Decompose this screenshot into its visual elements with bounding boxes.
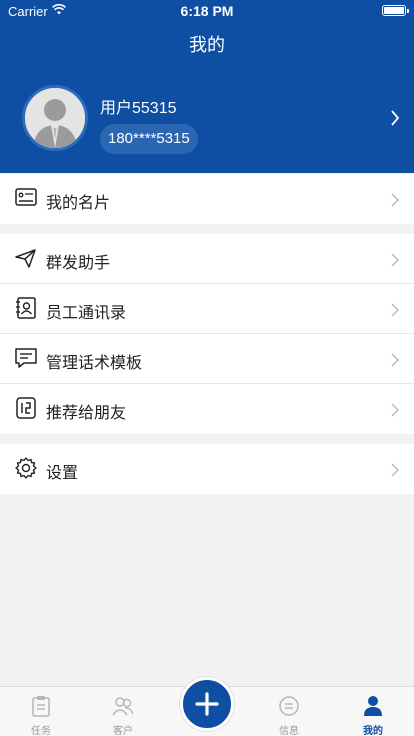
menu-item-label: 我的名片 xyxy=(46,195,111,212)
menu-item-settings[interactable]: 设置 xyxy=(0,444,414,494)
chevron-right-icon xyxy=(391,403,399,417)
customers-icon xyxy=(112,697,134,716)
menu-item-label: 设置 xyxy=(46,465,79,482)
message-icon xyxy=(279,696,299,716)
gear-icon xyxy=(15,457,37,479)
avatar[interactable] xyxy=(22,85,88,151)
menu-group-tools: 群发助手 员工通讯录 管理话术模板 推荐给朋友 xyxy=(0,234,414,434)
add-button[interactable] xyxy=(180,677,234,731)
menu-group-settings: 设置 xyxy=(0,444,414,494)
tab-mine[interactable]: 我的 xyxy=(332,687,414,736)
menu-item-mass-send[interactable]: 群发助手 xyxy=(0,234,414,284)
tab-label: 客户 xyxy=(113,726,133,736)
menu-item-script-templates[interactable]: 管理话术模板 xyxy=(0,334,414,384)
menu-item-staff-directory[interactable]: 员工通讯录 xyxy=(0,284,414,334)
status-time: 6:18 PM xyxy=(180,3,234,19)
username: 用户55315 xyxy=(100,100,177,117)
avatar-placeholder-icon xyxy=(25,88,85,148)
contacts-icon xyxy=(16,297,36,319)
menu-group-card: 我的名片 xyxy=(0,174,414,224)
chevron-right-icon xyxy=(391,193,399,207)
menu-item-recommend-friend[interactable]: 推荐给朋友 xyxy=(0,384,414,434)
chat-template-icon xyxy=(15,348,37,368)
tab-label: 任务 xyxy=(31,726,51,736)
header: Carrier 6:18 PM 我的 用户55315 180****5315 xyxy=(0,0,414,173)
id-card-icon xyxy=(15,188,37,206)
tab-messages[interactable]: 信息 xyxy=(248,687,330,736)
chevron-right-icon xyxy=(391,253,399,267)
battery-icon xyxy=(382,5,409,16)
profile-card[interactable]: 用户55315 180****5315 xyxy=(0,80,414,160)
status-bar: Carrier 6:18 PM xyxy=(0,0,414,22)
tab-label: 信息 xyxy=(279,726,299,736)
menu-item-business-card[interactable]: 我的名片 xyxy=(0,174,414,224)
menu-item-label: 群发助手 xyxy=(46,255,111,272)
tab-label: 我的 xyxy=(363,726,383,736)
menu-item-label: 管理话术模板 xyxy=(46,355,143,372)
page-title: 我的 xyxy=(189,35,225,55)
menu-item-label: 员工通讯录 xyxy=(46,305,127,322)
tab-customers[interactable]: 客户 xyxy=(82,687,164,736)
menu-item-label: 推荐给朋友 xyxy=(46,405,127,422)
share-icon xyxy=(16,397,36,419)
clipboard-icon xyxy=(32,696,50,717)
person-icon xyxy=(364,696,382,716)
send-icon xyxy=(15,249,36,268)
chevron-right-icon xyxy=(391,110,400,126)
phone-badge: 180****5315 xyxy=(100,124,198,154)
chevron-right-icon xyxy=(391,303,399,317)
chevron-right-icon xyxy=(391,463,399,477)
tab-tasks[interactable]: 任务 xyxy=(0,687,82,736)
chevron-right-icon xyxy=(391,353,399,367)
plus-icon xyxy=(195,692,219,716)
